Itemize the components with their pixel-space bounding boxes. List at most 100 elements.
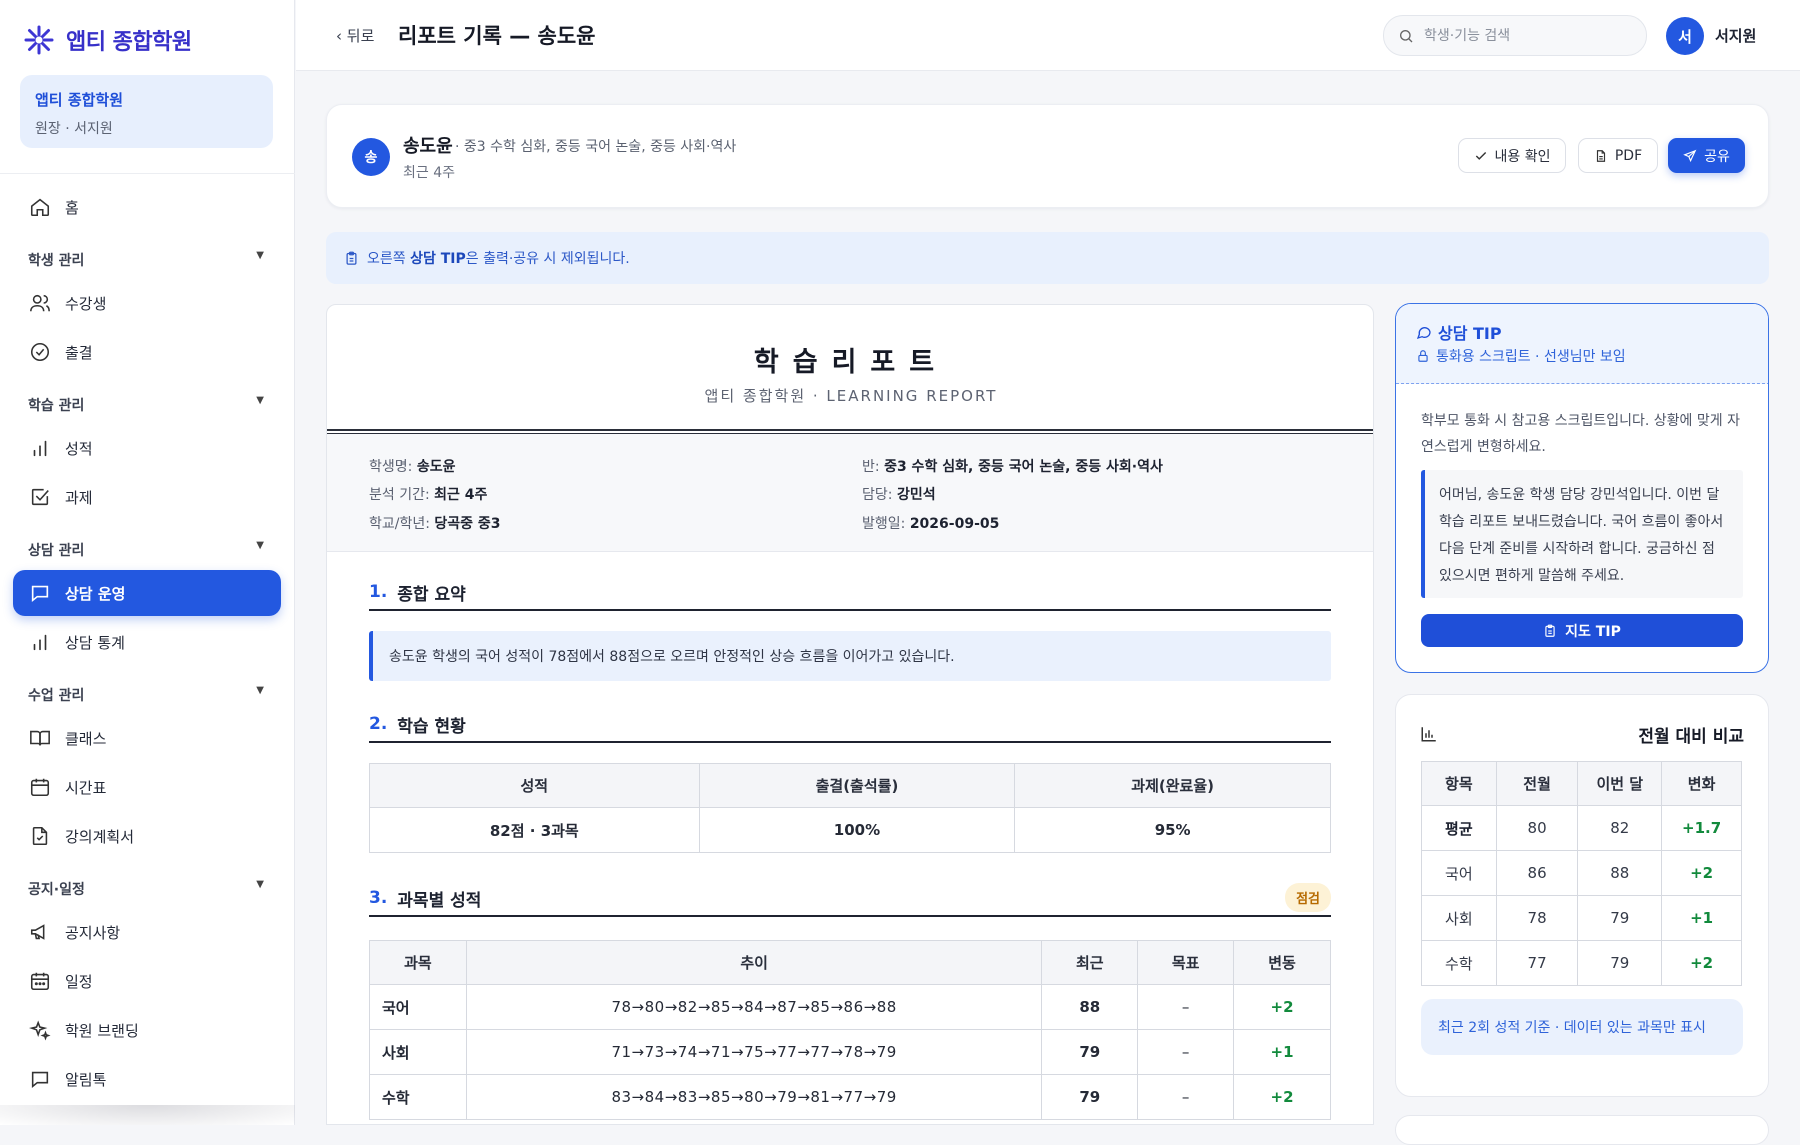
nav-alimtalk[interactable]: 알림톡 [13, 1056, 281, 1102]
topbar: ‹ 뒤로 리포트 기록 — 송도윤 서 서지원 [296, 0, 1800, 71]
org-card[interactable]: 앱티 종합학원 원장 · 서지원 [20, 75, 273, 148]
search-box[interactable] [1383, 15, 1647, 56]
nav-schedule-label: 일정 [65, 972, 93, 991]
nav-home[interactable]: 홈 [13, 184, 281, 230]
tip-title: 상담 TIP [1416, 320, 1502, 344]
pdf-button[interactable]: PDF [1578, 138, 1658, 173]
subject-cell: 사회 [369, 1029, 467, 1075]
table-header: 목표 [1137, 940, 1235, 985]
meta-label: 반: [862, 459, 885, 475]
meta-class: 반: 중3 수학 심화, 중등 국어 논술, 중등 사회·역사 [862, 456, 1163, 476]
meta-school: 학교/학년: 당곡중 중3 [369, 513, 501, 533]
nav-attendance[interactable]: 출결 [13, 329, 281, 375]
nav-notices-label: 공지사항 [65, 923, 121, 942]
table-header: 전월 [1495, 761, 1579, 806]
section-summary-heading: 1. 종합 요약 [369, 575, 1331, 611]
nav-group-notice[interactable]: 공지·일정 ▼ [28, 879, 264, 899]
summary-box: 송도윤 학생의 국어 성적이 78점에서 88점으로 오르며 안정적인 상승 흐… [369, 631, 1331, 681]
nav-group-label: 수업 관리 [28, 688, 85, 704]
confirm-button[interactable]: 내용 확인 [1458, 138, 1566, 173]
users-icon [29, 292, 51, 314]
back-link[interactable]: ‹ 뒤로 [336, 25, 374, 46]
notice-post: 은 출력·공유 시 제외됩니다. [465, 251, 630, 267]
nav-students[interactable]: 수강생 [13, 280, 281, 326]
org-name: 앱티 종합학원 [35, 91, 124, 109]
table-cell: 82점 · 3과목 [369, 807, 700, 853]
chevron-down-icon: ▼ [256, 540, 264, 551]
avatar[interactable]: 서 [1666, 17, 1704, 55]
nav-group-students[interactable]: 학생 관리 ▼ [28, 250, 264, 270]
tip-intro: 학부모 통화 시 참고용 스크립트입니다. 상황에 맞게 자연스럽게 변형하세요… [1421, 413, 1740, 455]
brand[interactable]: 앱티 종합학원 [24, 24, 192, 56]
section-title: 종합 요약 [397, 584, 466, 605]
nav-group-counsel[interactable]: 상담 관리 ▼ [28, 540, 264, 560]
counsel-tip-panel: 상담 TIP 통화용 스크립트 · 선생님만 보임 학부모 통화 시 참고용 스… [1395, 303, 1769, 673]
user-name[interactable]: 서지원 [1715, 25, 1756, 46]
table-header: 항목 [1421, 761, 1497, 806]
divider [0, 173, 295, 174]
nav-timetable-label: 시간표 [65, 778, 107, 797]
report-title: 학습리포트 [753, 347, 949, 378]
curr-cell: 88 [1577, 850, 1663, 896]
nav-counsel-stats[interactable]: 상담 통계 [13, 619, 281, 665]
table-row: 수학 77 79 +2 [1421, 940, 1742, 986]
pdf-button-label: PDF [1614, 147, 1643, 164]
chevron-down-icon: ▼ [256, 685, 264, 696]
prev-cell: 80 [1495, 805, 1579, 851]
nav-students-label: 수강생 [65, 294, 107, 313]
nav-branding-label: 학원 브랜딩 [65, 1021, 139, 1040]
nav-syllabus-label: 강의계획서 [65, 827, 135, 846]
change-cell: +1 [1661, 895, 1742, 941]
nav-home-label: 홈 [65, 198, 79, 217]
section-number: 1. [369, 582, 388, 602]
sidebar: 앱티 종합학원 앱티 종합학원 원장 · 서지원 홈 학생 관리 ▼ 수강생 출결… [0, 0, 295, 1125]
share-button[interactable]: 공유 [1668, 138, 1745, 173]
meta-student: 학생명: 송도윤 [369, 456, 455, 476]
calendar-days-icon [29, 970, 51, 992]
nav-group-learning[interactable]: 학습 관리 ▼ [28, 395, 264, 415]
notice-bold: 상담 TIP [410, 251, 466, 267]
guidance-tip-button-label: 지도 TIP [1565, 623, 1621, 640]
trend-cell: 83→84→83→85→80→79→81→77→79 [465, 1074, 1043, 1120]
brand-logo-icon [24, 25, 54, 55]
item-cell: 사회 [1421, 895, 1497, 941]
guidance-tip-button[interactable]: 지도 TIP [1421, 614, 1743, 647]
meta-label: 발행일: [862, 516, 910, 532]
message-square-icon [29, 582, 51, 604]
change-cell: +2 [1233, 1074, 1331, 1120]
nav-grades-label: 성적 [65, 439, 93, 458]
nav-notices[interactable]: 공지사항 [13, 909, 281, 955]
item-cell: 수학 [1421, 940, 1497, 986]
change-cell: +2 [1661, 940, 1742, 986]
compare-table: 항목 전월 이번 달 변화 평균 80 82 +1.7 국어 86 88 +2 … [1421, 761, 1742, 986]
month-compare-panel: 전월 대비 비교 항목 전월 이번 달 변화 평균 80 82 +1.7 국어 … [1395, 694, 1769, 1097]
bar-chart-icon [29, 437, 51, 459]
prev-cell: 86 [1495, 850, 1579, 896]
meta-issued: 발행일: 2026-09-05 [862, 513, 999, 533]
notice-banner: 오른쪽 상담 TIP은 출력·공유 시 제외됩니다. [326, 232, 1769, 284]
nav-grades[interactable]: 성적 [13, 425, 281, 471]
scroll-shadow [0, 1105, 295, 1125]
nav-counsel-ops[interactable]: 상담 운영 [13, 570, 281, 616]
target-cell: – [1137, 984, 1235, 1030]
meta-label: 분석 기간: [369, 487, 435, 503]
recent-cell: 88 [1041, 984, 1139, 1030]
tip-script: 어머님, 송도윤 학생 담당 강민석입니다. 이번 달 학습 리포트 보내드렸습… [1421, 470, 1743, 598]
search-icon [1398, 28, 1414, 44]
nav-assignments[interactable]: 과제 [13, 474, 281, 520]
search-input[interactable] [1424, 27, 1624, 44]
nav-timetable[interactable]: 시간표 [13, 764, 281, 810]
trend-cell: 78→80→82→85→84→87→85→86→88 [465, 984, 1043, 1030]
nav-branding[interactable]: 학원 브랜딩 [13, 1007, 281, 1053]
student-name: 송도윤 [403, 136, 453, 157]
table-header: 과목 [369, 940, 467, 985]
nav-classes[interactable]: 클래스 [13, 715, 281, 761]
nav-group-class[interactable]: 수업 관리 ▼ [28, 685, 264, 705]
table-header: 성적 [369, 763, 700, 808]
checkbox-icon [29, 486, 51, 508]
nav-schedule[interactable]: 일정 [13, 958, 281, 1004]
chevron-down-icon: ▼ [256, 395, 264, 406]
nav-syllabus[interactable]: 강의계획서 [13, 813, 281, 859]
table-header: 최근 [1041, 940, 1139, 985]
status-table: 성적 출결(출석률) 과제(완료율) 82점 · 3과목 100% 95% [369, 763, 1331, 853]
